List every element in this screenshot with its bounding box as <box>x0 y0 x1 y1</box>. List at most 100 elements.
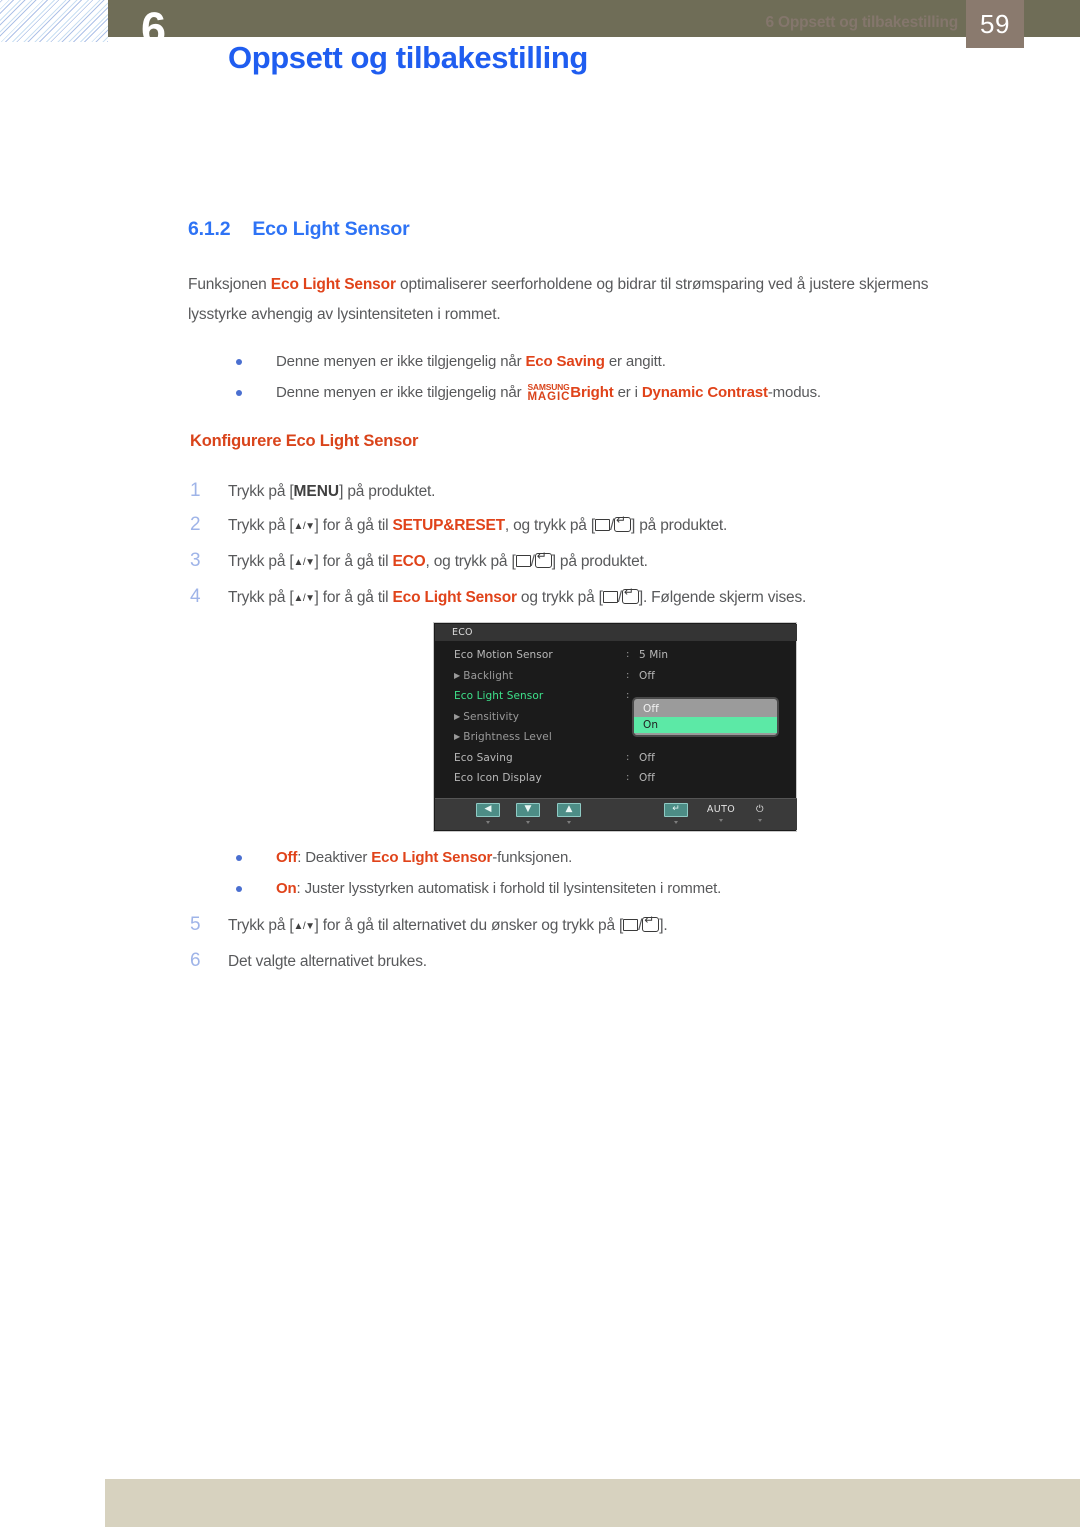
osd-down-arrow-button[interactable]: ▼ <box>513 803 543 824</box>
step-3-post: ] på produktet. <box>551 553 648 570</box>
note-2-term-bright: Bright <box>570 384 614 401</box>
note-1-term: Eco Saving <box>525 353 605 370</box>
osd-left-arrow-button[interactable]: ◀ <box>473 803 503 824</box>
option-1-term: Off <box>276 849 298 866</box>
osd-row-label: Backlight <box>454 666 513 688</box>
step-2-mid: ] for å gå til <box>314 517 393 534</box>
procedure-heading: Konfigurere Eco Light Sensor <box>190 432 419 450</box>
option-bullet-item: On: Juster lysstyrken automatisk i forho… <box>236 873 996 904</box>
option-1-term2: Eco Light Sensor <box>371 849 493 866</box>
osd-colon: : <box>626 669 630 681</box>
option-2-term: On <box>276 880 297 897</box>
step-text: Trykk på [▲/▼] for å gå til Eco Light Se… <box>228 581 806 616</box>
bullet-dot-icon <box>236 886 242 892</box>
osd-dropdown-option-off[interactable]: Off <box>634 701 777 717</box>
footer-bar <box>105 1479 1080 1527</box>
diagonal-stripe-decoration <box>0 0 108 42</box>
step-3-pre: Trykk på [ <box>228 553 294 570</box>
osd-menu-row-eco-motion-sensor[interactable]: Eco Motion Sensor : 5 Min <box>434 645 798 666</box>
osd-menu-row-backlight[interactable]: Backlight : Off <box>434 666 798 687</box>
osd-dropdown-eco-light-sensor[interactable]: Off On <box>634 699 777 735</box>
option-1-mid: : Deaktiver <box>297 849 372 866</box>
osd-menu-row-eco-icon-display[interactable]: Eco Icon Display : Off <box>434 768 798 789</box>
osd-title-bar: ECO <box>435 624 797 641</box>
note-bullet-list: Denne menyen er ikke tilgjengelig når Ec… <box>236 346 996 408</box>
caret-down-icon <box>719 819 723 822</box>
intro-term-eco-light-sensor: Eco Light Sensor <box>270 276 396 293</box>
up-arrow-icon: ▲ <box>557 803 581 817</box>
note-text: Denne menyen er ikke tilgjengelig når SA… <box>276 377 821 408</box>
procedure-steps-list-after: 5 Trykk på [▲/▼] for å gå til alternativ… <box>190 908 1020 978</box>
option-bullet-list: Off: Deaktiver Eco Light Sensor-funksjon… <box>236 842 996 904</box>
page-number: 59 <box>966 0 1024 48</box>
step-number: 6 <box>190 950 201 971</box>
step-3-mid: ] for å gå til <box>314 553 393 570</box>
osd-row-label: Eco Motion Sensor <box>454 649 553 661</box>
osd-dropdown-option-on[interactable]: On <box>634 717 777 733</box>
logo-magic-text: MAGIC <box>527 391 571 403</box>
osd-row-value: Off <box>639 751 655 764</box>
updown-arrow-icon: ▲/▼ <box>293 921 315 932</box>
procedure-step: 6 Det valgte alternativet brukes. <box>190 944 1020 978</box>
note-text: Denne menyen er ikke tilgjengelig når Ec… <box>276 346 666 377</box>
option-2-mid: : Juster lysstyrken automatisk i forhold… <box>296 880 722 897</box>
source-rect-icon <box>602 591 618 603</box>
enter-key-icon <box>621 586 639 604</box>
bullet-dot-icon <box>236 390 242 396</box>
osd-colon: : <box>626 772 630 783</box>
updown-arrow-icon: ▲/▼ <box>293 557 315 568</box>
step-text: Det valgte alternativet brukes. <box>228 953 427 970</box>
osd-row-value: Off <box>639 772 655 784</box>
bullet-dot-icon <box>236 359 242 365</box>
option-text: Off: Deaktiver Eco Light Sensor-funksjon… <box>276 842 572 873</box>
osd-row-label: Eco Icon Display <box>454 772 542 784</box>
samsung-magic-logo: SAMSUNG MAGIC <box>527 383 570 403</box>
option-1-post: -funksjonen. <box>492 849 573 866</box>
procedure-step: 2 Trykk på [▲/▼] for å gå til SETUP&RESE… <box>190 508 1020 544</box>
osd-menu-row-eco-saving[interactable]: Eco Saving : Off <box>434 748 798 769</box>
procedure-step: 3 Trykk på [▲/▼] for å gå til ECO, og tr… <box>190 544 1020 580</box>
step-2-mid2: , og trykk på [ <box>504 517 595 534</box>
footer-chapter-label: 6 Oppsett og tilbakestilling <box>765 14 959 31</box>
step-text: Trykk på [▲/▼] for å gå til alternativet… <box>228 909 668 944</box>
note-1-post: er angitt. <box>604 353 666 370</box>
osd-bottom-toolbar: ◀ ▼ ▲ ↵ AUTO ⏻ <box>435 798 797 830</box>
osd-power-button[interactable]: ⏻ <box>745 803 775 822</box>
step-4-term: Eco Light Sensor <box>392 589 517 606</box>
osd-colon: : <box>626 690 630 701</box>
bullet-dot-icon <box>236 855 242 861</box>
enter-key-icon <box>642 914 660 932</box>
option-bullet-item: Off: Deaktiver Eco Light Sensor-funksjon… <box>236 842 996 873</box>
caret-down-icon <box>567 821 571 824</box>
intro-part-1: Funksjonen <box>188 276 271 293</box>
osd-row-value: Off <box>639 669 655 682</box>
step-5-pre: Trykk på [ <box>228 917 294 934</box>
section-title: Eco Light Sensor <box>252 218 410 240</box>
osd-colon: : <box>626 649 630 660</box>
caret-down-icon <box>526 821 530 824</box>
caret-down-icon <box>674 821 678 824</box>
osd-row-label: Brightness Level <box>454 727 552 749</box>
procedure-step: 5 Trykk på [▲/▼] for å gå til alternativ… <box>190 908 1020 944</box>
osd-up-arrow-button[interactable]: ▲ <box>554 803 584 824</box>
enter-key-icon <box>614 514 632 532</box>
step-4-mid: ] for å gå til <box>314 589 393 606</box>
osd-menu-screenshot: ECO Eco Motion Sensor : 5 Min Backlight … <box>433 622 797 832</box>
power-icon: ⏻ <box>756 804 764 815</box>
step-5-mid: ] for å gå til alternativet du ønsker og… <box>314 917 624 934</box>
osd-auto-button[interactable]: AUTO <box>706 803 736 822</box>
down-arrow-icon: ▼ <box>516 803 540 817</box>
auto-label: AUTO <box>706 804 736 815</box>
step-number: 4 <box>190 586 201 607</box>
step-3-term: ECO <box>392 553 426 570</box>
step-text: Trykk på [▲/▼] for å gå til SETUP&RESET,… <box>228 509 727 544</box>
osd-row-value: 5 Min <box>639 649 669 661</box>
step-3-mid2: , og trykk på [ <box>425 553 516 570</box>
note-2-term-dynamic-contrast: Dynamic Contrast <box>641 384 768 401</box>
intro-paragraph: Funksjonen Eco Light Sensor optimalisere… <box>188 270 978 330</box>
osd-enter-button[interactable]: ↵ <box>661 803 691 824</box>
step-number: 1 <box>190 480 201 501</box>
source-rect-icon <box>594 519 610 531</box>
osd-row-label: Eco Saving <box>454 751 513 764</box>
procedure-step: 4 Trykk på [▲/▼] for å gå til Eco Light … <box>190 580 1020 616</box>
